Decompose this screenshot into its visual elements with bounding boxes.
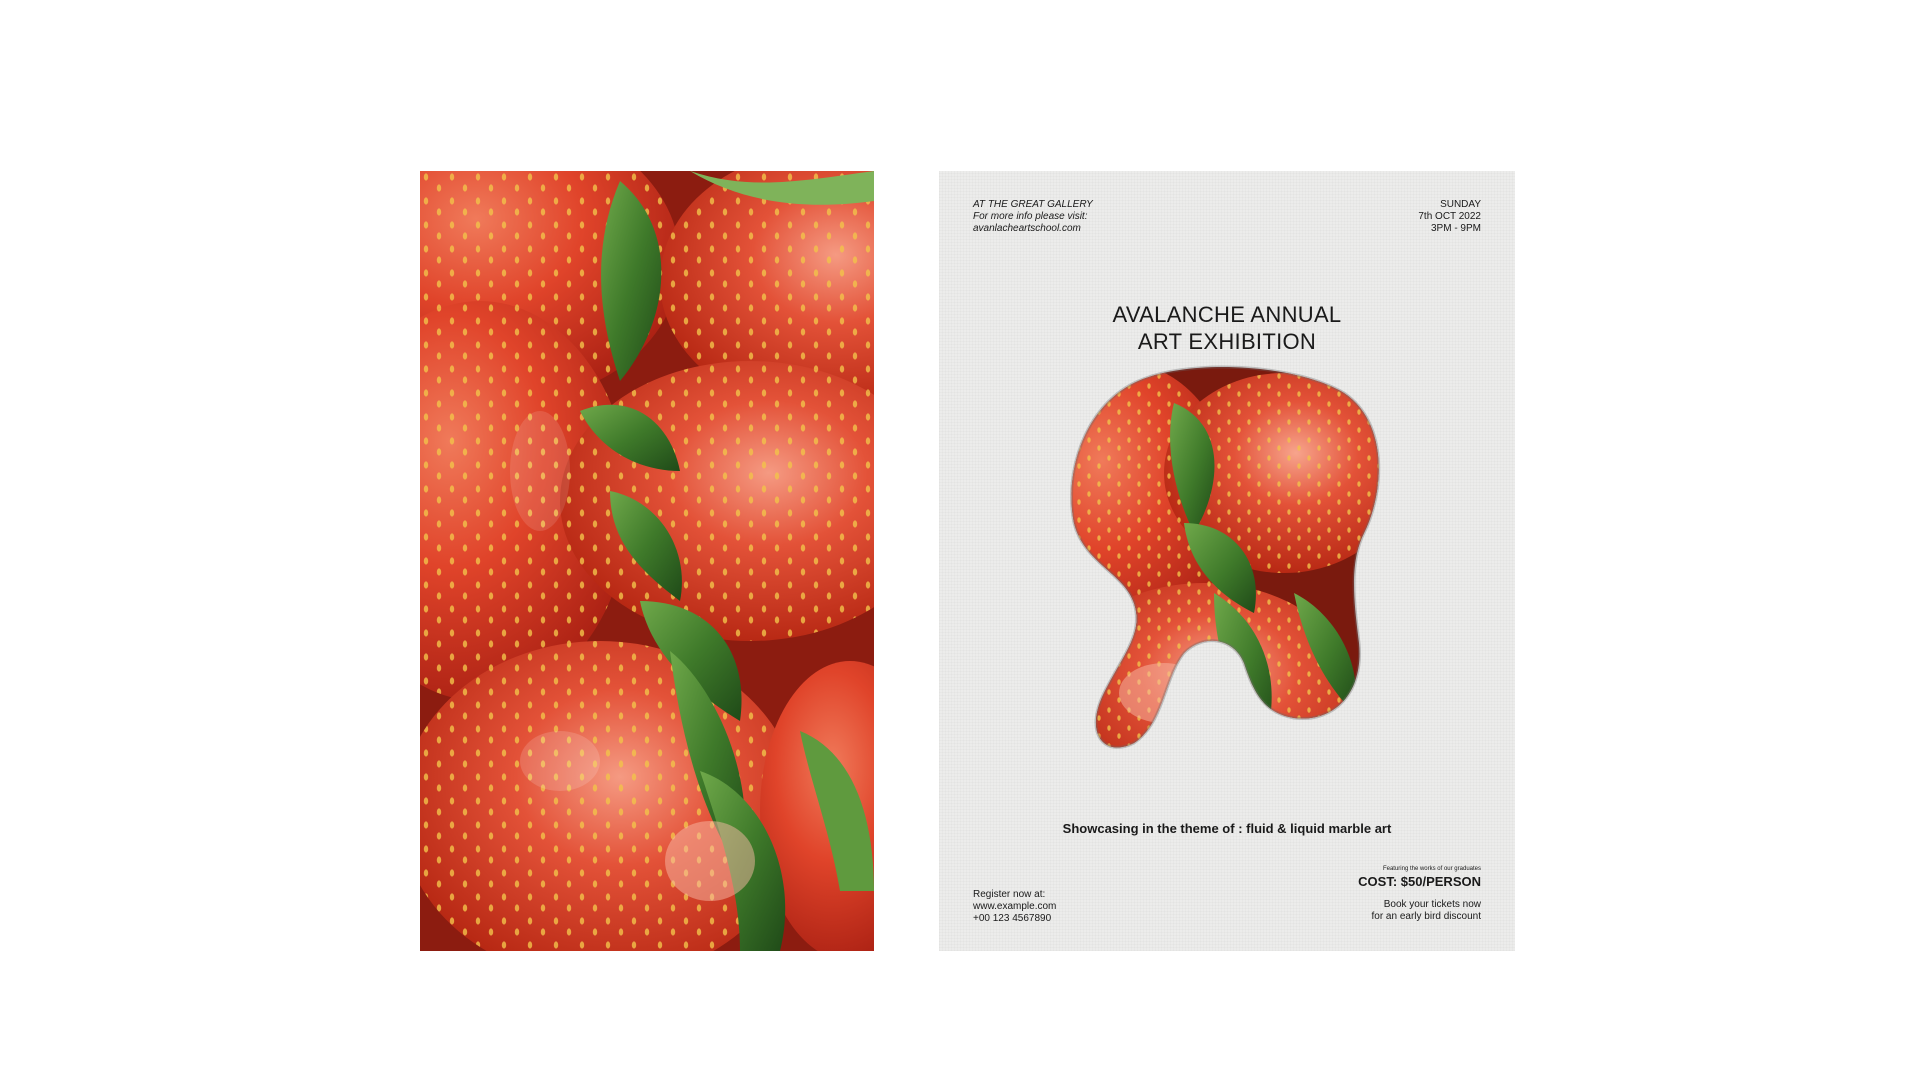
poster-title: AVALANCHE ANNUAL ART EXHIBITION xyxy=(939,301,1515,355)
register-info: Register now at: www.example.com +00 123… xyxy=(973,889,1056,925)
date-text: 7th OCT 2022 xyxy=(1418,211,1481,222)
register-url: www.example.com xyxy=(973,901,1057,912)
book-line-1: Book your tickets now xyxy=(1383,899,1481,910)
book-line-2: for an early bird discount xyxy=(1371,911,1481,922)
day-text: SUNDAY xyxy=(1440,199,1481,210)
exhibition-poster: AT THE GREAT GALLERY For more info pleas… xyxy=(939,171,1515,951)
pricing-info: Featuring the works of our graduates COS… xyxy=(1358,865,1481,923)
featuring-text: Featuring the works of our graduates xyxy=(1382,866,1481,872)
info-prompt-text: For more info please visit: xyxy=(973,211,1088,222)
mockup-stage: AT THE GREAT GALLERY For more info pleas… xyxy=(0,0,1920,1080)
time-text: 3PM - 9PM xyxy=(1430,223,1481,234)
venue-text: AT THE GREAT GALLERY xyxy=(973,199,1093,210)
phone-number: +00 123 4567890 xyxy=(973,913,1052,924)
title-line-2: ART EXHIBITION xyxy=(1137,329,1317,354)
date-info: SUNDAY 7th OCT 2022 3PM - 9PM xyxy=(1418,199,1481,235)
strawberry-painting xyxy=(420,171,874,951)
theme-text: Showcasing in the theme of : fluid & liq… xyxy=(1062,821,1392,836)
cost-text: COST: $50/PERSON xyxy=(1358,874,1481,889)
strawberry-cutout-image xyxy=(1070,365,1381,749)
register-label: Register now at: xyxy=(973,889,1046,900)
website-text: avanlacheartschool.com xyxy=(973,223,1081,234)
strawberry-artwork-panel xyxy=(420,171,874,951)
fluid-cutout-window xyxy=(1064,363,1384,763)
title-line-1: AVALANCHE ANNUAL xyxy=(1112,302,1342,327)
venue-info: AT THE GREAT GALLERY For more info pleas… xyxy=(973,199,1093,235)
